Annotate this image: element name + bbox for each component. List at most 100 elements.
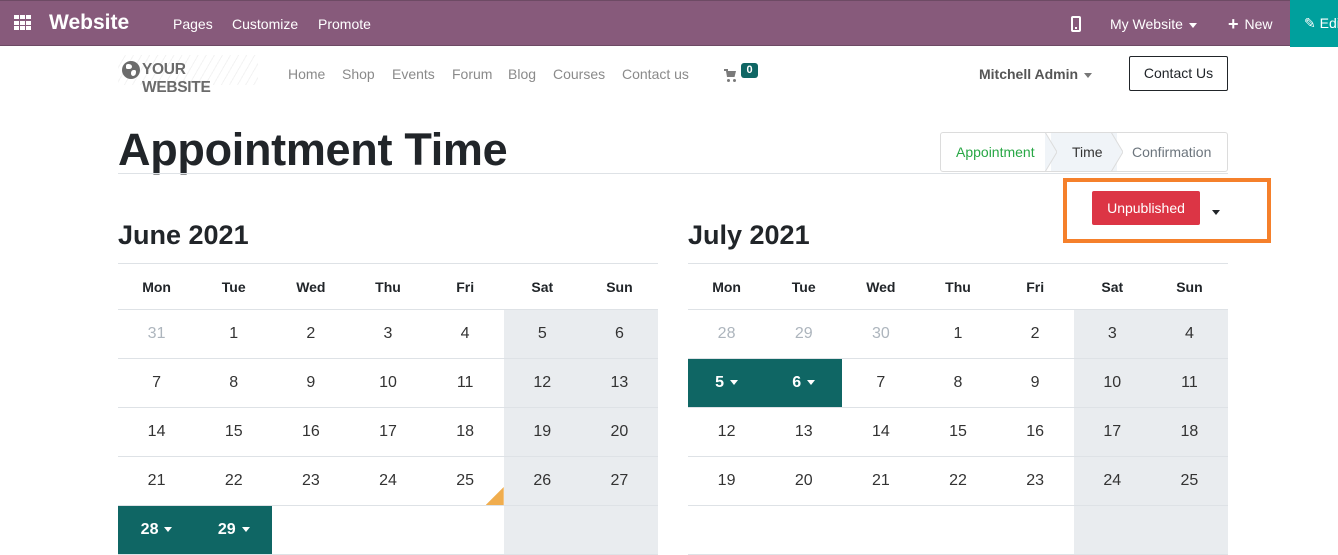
calendar-day (919, 505, 997, 555)
calendar-day: 7 (118, 358, 196, 408)
calendar-day: 20 (765, 456, 843, 506)
chevron-down-icon (1188, 22, 1197, 28)
available-day[interactable]: 28 (118, 505, 196, 555)
user-name: Mitchell Admin (979, 66, 1079, 82)
weekday-header: Tue (765, 263, 843, 310)
website-selector[interactable]: My Website (1110, 16, 1197, 32)
menu-customize[interactable]: Customize (232, 16, 298, 32)
calendar-day (580, 505, 658, 555)
calendar-day: 18 (1150, 407, 1228, 457)
day-number: 15 (949, 423, 967, 440)
chevron-down-icon (241, 527, 250, 533)
cart-icon[interactable] (724, 69, 738, 82)
day-number: 18 (1180, 423, 1199, 440)
day-number: 5 (715, 374, 725, 391)
calendar-week-row: 31 1 2 3 4 5 6 (118, 309, 658, 359)
calendar-day: 1 (195, 309, 273, 359)
nav-shop[interactable]: Shop (342, 66, 375, 82)
calendar-day: 26 (503, 456, 581, 506)
day-number: 7 (152, 374, 162, 391)
step-label: Time (1072, 144, 1103, 160)
day-number: 22 (949, 472, 967, 489)
calendar-day: 10 (349, 358, 427, 408)
day-number: 16 (1026, 423, 1045, 440)
new-button[interactable]: + New (1228, 14, 1273, 35)
day-number: 15 (224, 423, 243, 440)
calendar-day: 14 (118, 407, 196, 457)
day-number: 13 (610, 374, 629, 391)
nav-blog[interactable]: Blog (508, 66, 536, 82)
step-confirmation[interactable]: Confirmation (1117, 133, 1227, 171)
day-number: 9 (1030, 374, 1040, 391)
weekday-header: Wed (272, 263, 350, 310)
title-divider (118, 173, 1228, 174)
calendar-day: 21 (118, 456, 196, 506)
calendar-day: 4 (1150, 309, 1228, 359)
calendar-day: 9 (996, 358, 1074, 408)
calendar-day: 22 (195, 456, 273, 506)
day-number: 4 (1184, 325, 1194, 342)
day-number: 26 (533, 472, 552, 489)
edit-label: Edit (1319, 15, 1338, 31)
user-menu[interactable]: Mitchell Admin (979, 66, 1093, 82)
nav-events[interactable]: Events (392, 66, 435, 82)
calendar-day: 22 (919, 456, 997, 506)
top-navbar: Website Pages Customize Promote My Websi… (0, 0, 1338, 47)
day-number: 29 (794, 325, 813, 342)
calendar-day: 1 (919, 309, 997, 359)
calendar-month-title: July 2021 (688, 220, 810, 250)
weekday-header: Thu (349, 263, 427, 310)
plus-icon: + (1228, 14, 1239, 34)
page-title: Appointment Time (118, 124, 508, 175)
chevron-down-icon (730, 380, 739, 386)
calendar-week-row: 14 15 16 17 18 19 20 (118, 407, 658, 457)
calendar-day: 3 (1073, 309, 1151, 359)
step-appointment[interactable]: Appointment (941, 133, 1057, 171)
nav-courses[interactable]: Courses (553, 66, 605, 82)
day-number: 21 (147, 472, 166, 489)
day-number: 10 (1103, 374, 1122, 391)
calendar-day: 13 (765, 407, 843, 457)
calendar-week-row: 12 13 14 15 16 17 18 (688, 407, 1228, 457)
weekday-header: Fri (996, 263, 1074, 310)
contact-us-button[interactable]: Contact Us (1129, 56, 1228, 91)
weekday-header: Fri (426, 263, 504, 310)
edit-button[interactable]: ✎ Edit (1290, 0, 1338, 47)
calendar-july: July 2021 Mon Tue Wed Thu Fri Sat Sun 28 29 30 1 2 3… (688, 220, 1228, 555)
nav-forum[interactable]: Forum (452, 66, 492, 82)
mobile-preview-icon[interactable] (1071, 16, 1081, 32)
chevron-down-icon (1084, 72, 1093, 78)
calendar-day: 10 (1073, 358, 1151, 408)
calendar-month-title: June 2021 (118, 220, 249, 250)
calendar-day: 14 (842, 407, 920, 457)
step-time[interactable]: Time (1051, 133, 1123, 171)
calendar-week-row: 28 29 30 1 2 3 4 (688, 309, 1228, 359)
day-number: 24 (379, 472, 397, 489)
nav-home[interactable]: Home (288, 66, 325, 82)
apps-grid-icon[interactable] (14, 15, 32, 31)
weekday-header: Thu (919, 263, 997, 310)
day-number: 29 (217, 521, 236, 538)
calendar-day: 6 (580, 309, 658, 359)
available-day[interactable]: 6 (765, 358, 843, 408)
progress-steps: Appointment Time Confirmation (940, 132, 1228, 172)
calendar-day (996, 505, 1074, 555)
app-name: Website (49, 11, 130, 34)
calendar-week-row: 28 29 (118, 505, 658, 555)
menu-promote[interactable]: Promote (318, 16, 371, 32)
calendar-day: 31 (118, 309, 196, 359)
menu-pages[interactable]: Pages (173, 16, 213, 32)
calendar-day: 23 (996, 456, 1074, 506)
day-number: 3 (383, 325, 393, 342)
nav-contact-us[interactable]: Contact us (622, 66, 689, 82)
day-number: 19 (717, 472, 736, 489)
site-logo[interactable]: YOUR WEBSITE (118, 55, 258, 96)
calendar-day: 20 (580, 407, 658, 457)
calendar-day: 13 (580, 358, 658, 408)
available-day[interactable]: 5 (688, 358, 766, 408)
available-day[interactable]: 29 (195, 505, 273, 555)
website-selector-label: My Website (1110, 16, 1183, 32)
calendar-day (765, 505, 843, 555)
calendar-day: 11 (426, 358, 504, 408)
calendar-grid: Mon Tue Wed Thu Fri Sat Sun 28 29 30 1 2 3 4 5 6 7 8 9 10 11… (688, 263, 1228, 555)
